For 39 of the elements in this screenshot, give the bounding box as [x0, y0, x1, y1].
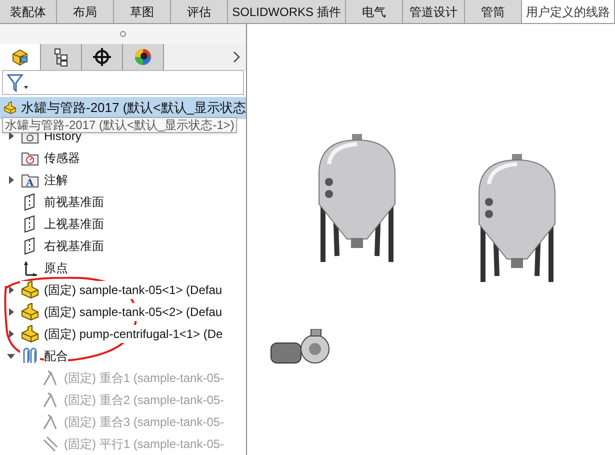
expand-arrow-icon[interactable]	[6, 351, 16, 362]
ribbon-tab[interactable]: 用户定义的线路	[522, 0, 615, 23]
tree-list-icon	[53, 46, 69, 67]
crosshair-icon	[92, 46, 112, 67]
expand-arrow-icon[interactable]	[6, 329, 16, 340]
parallel-mate-icon	[42, 436, 58, 452]
paperclip-icon	[21, 347, 39, 366]
expand-arrow-icon[interactable]	[6, 285, 16, 296]
expand-arrow-icon[interactable]	[6, 175, 16, 186]
plane-icon	[23, 237, 37, 256]
plane-icon	[23, 215, 37, 234]
coincident-mate-icon	[42, 392, 58, 408]
tooltip: 水罐与管路-2017 (默认<默认_显示状态-1>)	[2, 117, 238, 134]
coincident-mate-icon	[42, 414, 58, 430]
panel-tab[interactable]	[0, 44, 41, 70]
filter-icon[interactable]	[7, 74, 29, 92]
grip-handle-icon[interactable]	[120, 30, 126, 37]
tree-item[interactable]: (固定) sample-tank-05<2> (Defau	[44, 303, 222, 322]
coincident-mate-icon	[42, 370, 58, 386]
panel-tab[interactable]	[123, 44, 164, 70]
panel-tab[interactable]	[82, 44, 123, 70]
tree-item[interactable]: 水罐与管路-2017 (默认<默认_显示状态	[20, 98, 246, 118]
color-ball-icon	[133, 46, 153, 67]
chevron-right-icon[interactable]	[232, 50, 240, 63]
part-icon	[20, 325, 40, 344]
part-icon	[20, 281, 40, 300]
sensor-folder-icon	[21, 150, 39, 166]
annotation-folder-icon: A	[21, 172, 39, 188]
tree-item[interactable]: (固定) pump-centrifugal-1<1> (De	[44, 325, 223, 344]
tree-item[interactable]: (固定) sample-tank-05<1> (Defau	[44, 281, 222, 300]
part-icon	[20, 303, 40, 322]
plane-icon	[23, 193, 37, 212]
panel-tab[interactable]	[41, 44, 82, 70]
expand-arrow-icon[interactable]	[6, 307, 16, 318]
part-icon	[10, 48, 30, 66]
origin-icon	[22, 260, 38, 276]
tree-item[interactable]: 原点	[44, 259, 68, 278]
tree-root-row[interactable]: 水罐与管路-2017 (默认<默认_显示状态	[0, 97, 246, 120]
expand-arrow-icon[interactable]	[6, 131, 16, 142]
